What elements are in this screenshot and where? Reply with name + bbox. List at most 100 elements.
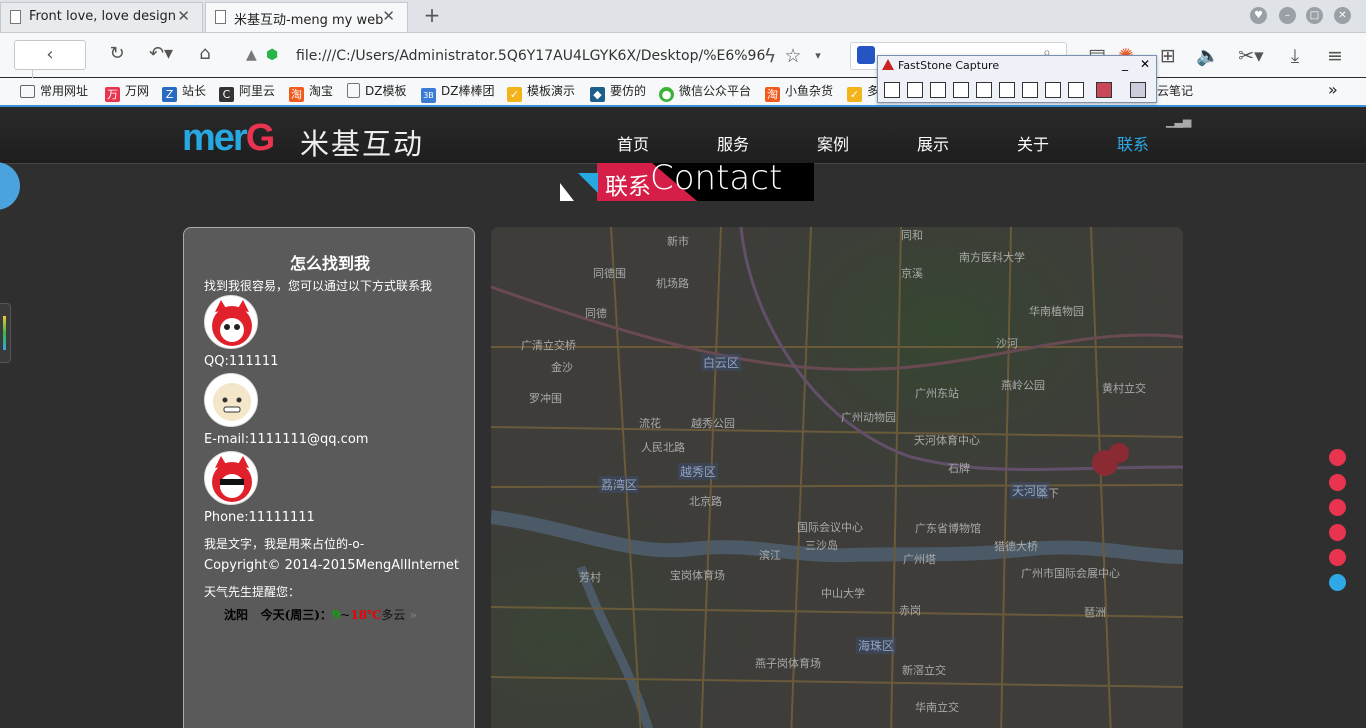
avatar: [204, 295, 258, 349]
maximize-icon[interactable]: □: [1306, 7, 1323, 24]
bookmark-item[interactable]: 万万网: [105, 82, 149, 102]
banner-white-triangle: [560, 183, 574, 201]
side-dot-active[interactable]: [1329, 574, 1346, 591]
back-forward-buttons: ‹›: [14, 40, 86, 97]
map[interactable]: 新市 同和 南方医科大学 同德围 机场路 京溪 华南植物园 同德 广清立交桥 沙…: [491, 227, 1183, 728]
side-tab-handle[interactable]: [0, 303, 11, 363]
more-bookmarks-icon[interactable]: »: [1328, 80, 1338, 99]
bookmarks-bar: 常用网址 万万网 Z 站长 C 阿里云 淘淘宝 DZ模板 3B DZ棒棒团 ✓ 模板演示…: [0, 78, 1366, 107]
dz-icon: 3B: [421, 88, 436, 103]
capture-freehand-icon[interactable]: [976, 82, 992, 98]
menu-icon[interactable]: ≡: [1323, 44, 1347, 68]
security-icon[interactable]: ▲: [246, 47, 257, 63]
refresh-icon[interactable]: ↻: [104, 40, 130, 70]
document-icon: [10, 10, 21, 24]
bookmark-item[interactable]: 常用网址: [20, 82, 88, 99]
template-icon: ✓: [847, 87, 862, 102]
taobao-icon: 淘: [289, 87, 304, 102]
logo-text[interactable]: 米基互动: [300, 121, 424, 163]
bookmark-item[interactable]: ● 微信公众平台: [659, 82, 751, 102]
nav-about[interactable]: 关于: [1017, 131, 1049, 155]
sound-icon[interactable]: 🔈: [1196, 44, 1220, 68]
tab-front-love[interactable]: Front love, love design ✕: [0, 2, 203, 32]
qq-contact[interactable]: QQ:111111: [204, 354, 278, 369]
download-icon[interactable]: ⤓: [1283, 44, 1307, 68]
side-dot-5[interactable]: [1329, 549, 1346, 566]
zhanzhang-icon: Z: [162, 87, 177, 102]
banner-title-cn: 联系: [605, 174, 651, 200]
close-tab-icon[interactable]: ✕: [382, 7, 395, 25]
bookmark-item[interactable]: ✓ 多: [847, 82, 879, 102]
bookmark-item[interactable]: C 阿里云: [219, 82, 275, 102]
close-icon[interactable]: ✕: [1140, 57, 1150, 71]
weather-more-icon[interactable]: »: [410, 608, 417, 622]
verified-shield-icon[interactable]: ⬢: [266, 47, 278, 63]
contact-info-card: 怎么找到我 找到我很容易，您可以通过以下方式联系我 QQ:111111 E-ma…: [183, 227, 475, 728]
url-text[interactable]: file:///C:/Users/Administrator.5Q6Y17AU4…: [296, 48, 765, 64]
avatar: [204, 451, 258, 505]
skin-icon[interactable]: ♥: [1250, 7, 1267, 24]
capture-window-icon[interactable]: [907, 82, 923, 98]
bookmark-item[interactable]: Z 站长: [162, 82, 206, 102]
close-window-icon[interactable]: ✕: [1334, 7, 1351, 24]
home-icon[interactable]: ⌂: [192, 40, 218, 70]
star-icon[interactable]: ☆: [781, 44, 805, 68]
nav-services[interactable]: 服务: [717, 131, 749, 155]
capture-video-icon[interactable]: [1068, 82, 1084, 98]
nav-showcase[interactable]: 展示: [917, 131, 949, 155]
side-dot-2[interactable]: [1329, 474, 1346, 491]
undo-icon[interactable]: ↶▾: [142, 40, 180, 70]
back-icon[interactable]: ‹: [33, 41, 68, 69]
bookmark-item[interactable]: ✓ 模板演示: [507, 82, 575, 102]
capture-scrolling-icon[interactable]: [1022, 82, 1038, 98]
side-dot-4[interactable]: [1329, 524, 1346, 541]
side-tab-indicator: [3, 316, 6, 350]
dropdown-icon[interactable]: ▾: [806, 44, 830, 68]
wanwang-icon: 万: [105, 87, 120, 102]
email-contact[interactable]: E-mail:1111111@qq.com: [204, 432, 368, 447]
weather-widget: 沈阳 今天(周三)：9~18℃多云 »: [224, 608, 417, 622]
capture-fullscreen-icon[interactable]: [999, 82, 1015, 98]
bookmark-item[interactable]: ◆ 要仿的: [590, 82, 646, 102]
folder-icon: [20, 85, 35, 98]
capture-object-icon[interactable]: [930, 82, 946, 98]
address-bar[interactable]: ▲ ⬢ file:///C:/Users/Administrator.5Q6Y1…: [240, 44, 830, 68]
settings-icon[interactable]: [1130, 82, 1146, 98]
side-dot-1[interactable]: [1329, 449, 1346, 466]
aliyun-icon: C: [219, 87, 234, 102]
faststone-capture-toolbar: FastStone Capture _ ✕: [877, 55, 1157, 103]
nav-cases[interactable]: 案例: [817, 131, 849, 155]
copyright: Copyright© 2014-2015MengAllInternet: [204, 558, 459, 573]
minimize-icon[interactable]: _: [1122, 57, 1128, 71]
tab-mengji[interactable]: 米基互动-meng my web... ✕: [205, 2, 408, 32]
bookmark-item[interactable]: 淘淘宝: [289, 82, 333, 102]
bookmark-item[interactable]: 3B DZ棒棒团: [421, 82, 494, 103]
shield-bookmark-icon: ◆: [590, 87, 605, 102]
side-dot-3[interactable]: [1329, 499, 1346, 516]
page-icon: [347, 83, 360, 98]
bookmark-item[interactable]: 云笔记: [1157, 82, 1193, 99]
site-header: merG 米基互动 首页 服务 案例 展示 关于 联系 ▁▃▅: [0, 107, 1366, 164]
taobao-icon: 淘: [765, 87, 780, 102]
nav-home[interactable]: 首页: [617, 131, 649, 155]
logo-mark[interactable]: merG: [182, 117, 275, 160]
new-tab-button[interactable]: +: [412, 2, 452, 30]
lightning-icon[interactable]: ϟ: [758, 44, 782, 68]
wechat-icon: ●: [659, 87, 674, 102]
close-tab-icon[interactable]: ✕: [177, 7, 190, 25]
card-heading: 怎么找到我: [289, 254, 370, 273]
nav-contact[interactable]: 联系: [1117, 131, 1149, 155]
output-icon[interactable]: [1096, 82, 1112, 98]
avatar: [204, 373, 258, 427]
minimize-icon[interactable]: –: [1279, 7, 1296, 24]
scissors-icon[interactable]: ✂▾: [1234, 44, 1268, 68]
banner-title-en: Contact: [650, 158, 783, 198]
open-icon[interactable]: [884, 82, 900, 98]
bookmark-item[interactable]: DZ模板: [347, 82, 406, 99]
bookmark-item[interactable]: 淘小鱼杂货: [765, 82, 833, 102]
phone-contact[interactable]: Phone:11111111: [204, 510, 315, 525]
signal-bars-icon: ▁▃▅: [1166, 115, 1192, 128]
capture-fixed-icon[interactable]: [1045, 82, 1061, 98]
apps-icon[interactable]: ⊞: [1156, 44, 1180, 68]
capture-rect-icon[interactable]: [953, 82, 969, 98]
